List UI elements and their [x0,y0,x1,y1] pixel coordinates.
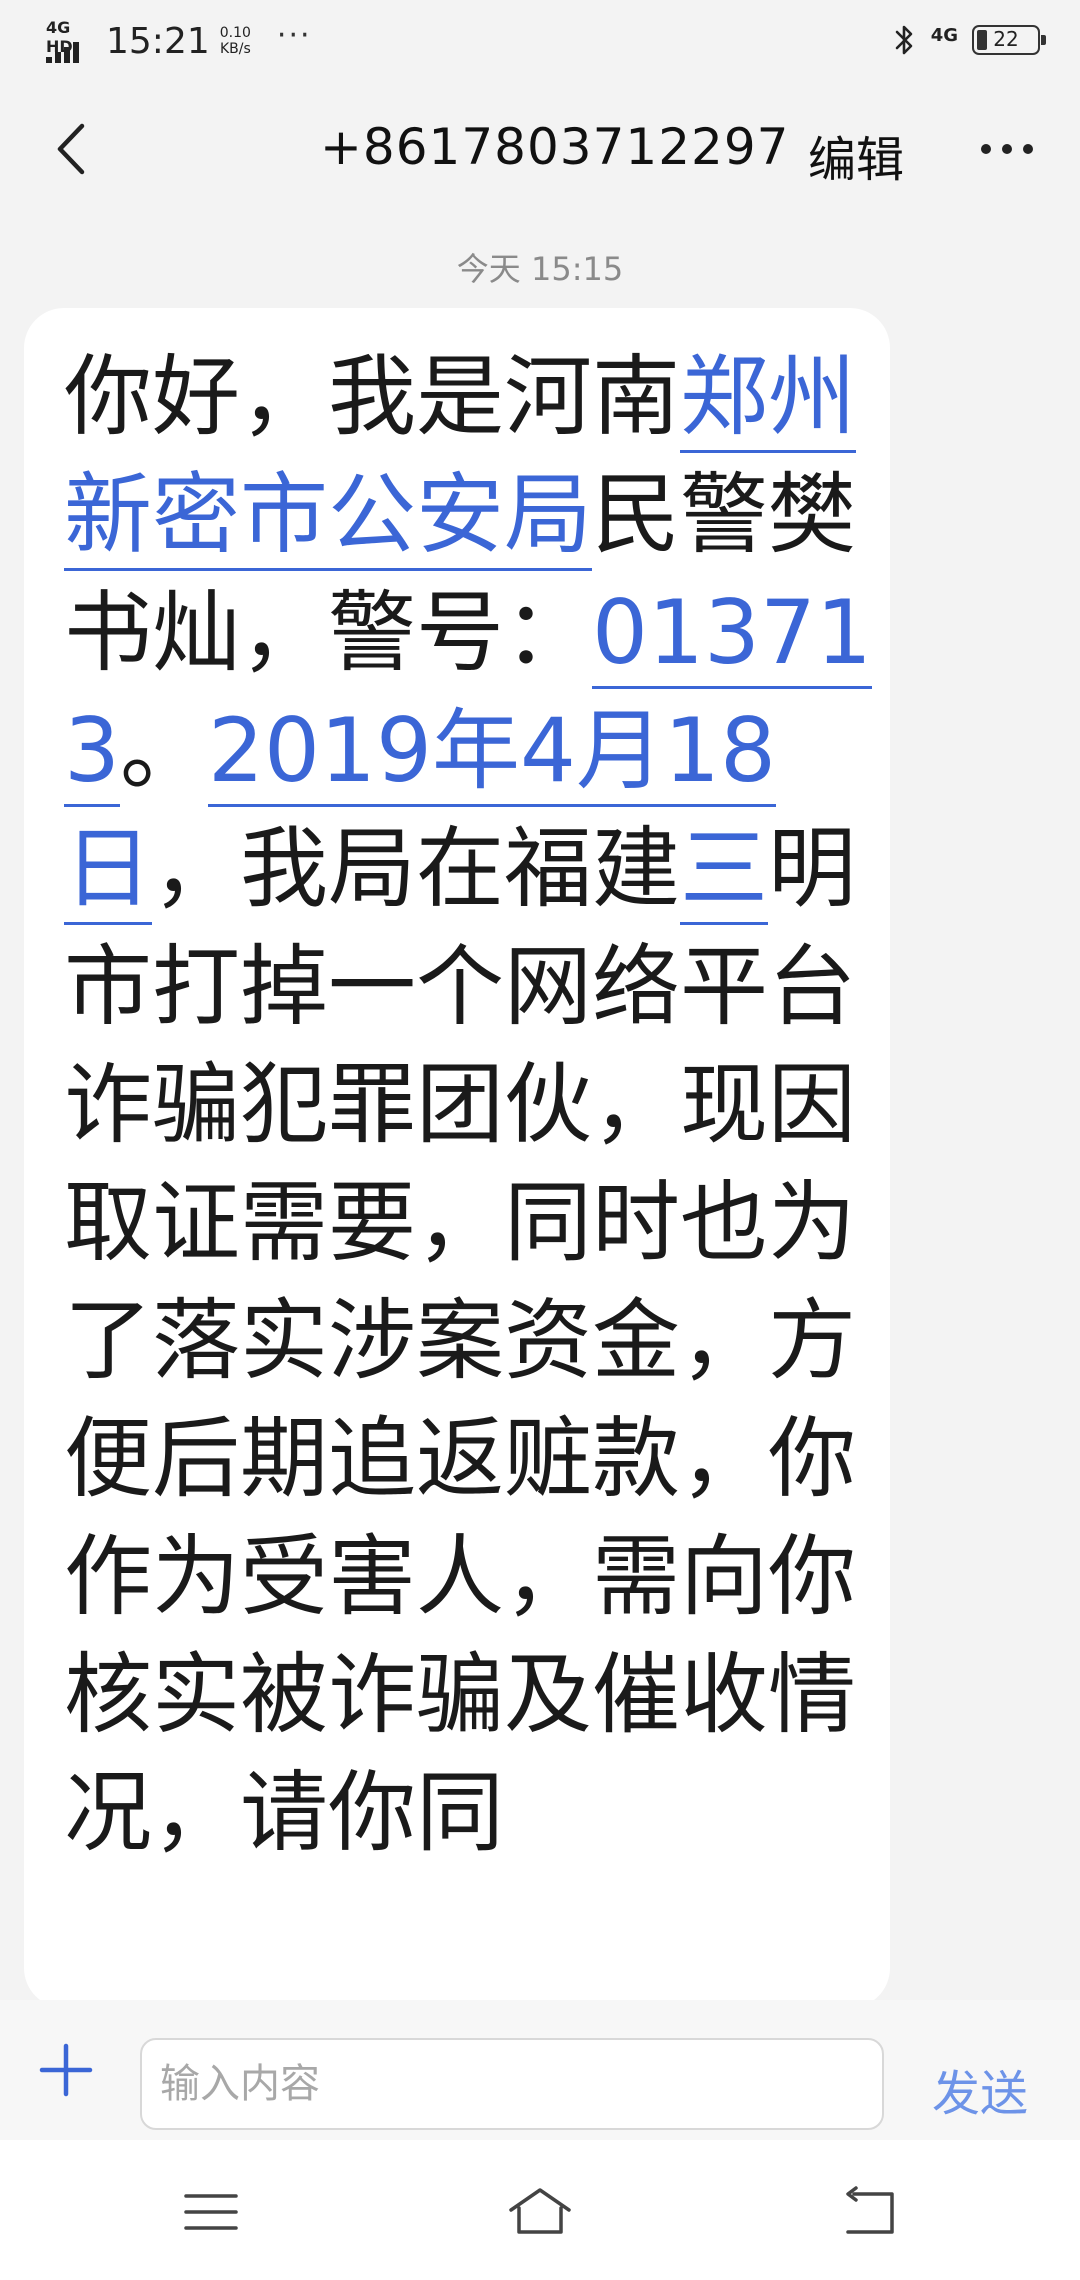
network-signal-icon: 4G HD [44,16,96,66]
network-speed: 0.10 KB/s [220,25,251,57]
edit-button[interactable]: 编辑 [808,120,904,190]
composer-bar: 发送 [0,2000,1080,2140]
status-time: 15:21 [106,20,210,62]
status-right: 4G 22 [891,22,1046,58]
message-bubble[interactable]: 你好，我是河南郑州新密市公安局民警樊书灿，警号：013713。2019年4月18… [24,308,890,2008]
system-navigation-bar [0,2140,1080,2280]
number-link-san[interactable]: 三 [680,817,769,925]
status-left: 4G HD 15:21 0.10 KB/s ··· [44,16,312,66]
mobile-data-icon: 4G [930,24,958,46]
message-text-part: ，我局在福建 [152,817,681,920]
more-options-button[interactable] [972,114,1042,184]
menu-icon[interactable] [176,2184,246,2240]
notification-more-icon: ··· [276,17,312,53]
message-text-part: 你好，我是河南 [64,345,681,448]
back-button[interactable] [40,114,110,184]
message-text: 你好，我是河南郑州新密市公安局民警樊书灿，警号：013713。2019年4月18… [64,338,884,1872]
contact-phone-number: +8617803712297 [320,118,790,176]
message-text-part: 。 [120,699,209,802]
signal-bars [46,42,82,63]
network-speed-value: 0.10 [219,25,251,41]
conversation-header: +8617803712297 编辑 [0,84,1080,220]
message-input[interactable] [140,2038,884,2130]
battery-icon: 22 [972,25,1046,55]
message-timestamp: 今天 15:15 [456,250,624,288]
send-button[interactable]: 发送 [932,2054,1028,2124]
network-speed-unit: KB/s [219,41,251,57]
sms-conversation-screen: 4G HD 15:21 0.10 KB/s ··· 4G 22 +8617803… [0,0,1080,2280]
status-bar: 4G HD 15:21 0.10 KB/s ··· 4G 22 [0,0,1080,84]
home-icon[interactable] [505,2184,575,2240]
message-text-part: 明市打掉一个网络平台诈骗犯罪团伙，现因取证需要，同时也为了落实涉案资金，方便后期… [64,817,857,1864]
battery-level: 22 [993,27,1019,51]
add-attachment-button[interactable] [36,2040,96,2100]
back-icon[interactable] [834,2184,904,2240]
bluetooth-icon [895,25,912,55]
